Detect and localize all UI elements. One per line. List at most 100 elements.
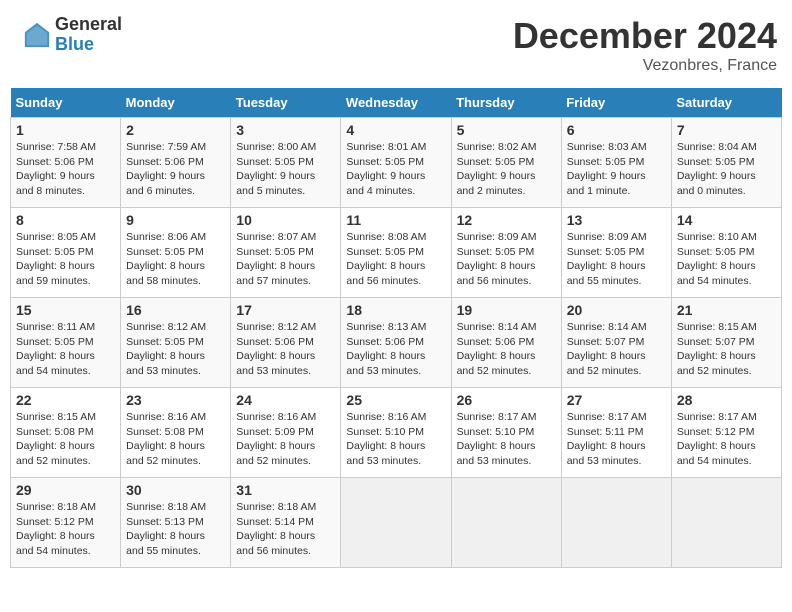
day-info: Sunrise: 8:17 AM Sunset: 5:12 PM Dayligh… — [677, 410, 776, 469]
day-info: Sunrise: 8:01 AM Sunset: 5:05 PM Dayligh… — [346, 140, 445, 199]
day-info: Sunrise: 8:18 AM Sunset: 5:14 PM Dayligh… — [236, 500, 335, 559]
day-of-week-header: Tuesday — [231, 88, 341, 118]
calendar-day-cell: 24Sunrise: 8:16 AM Sunset: 5:09 PM Dayli… — [231, 388, 341, 478]
day-info: Sunrise: 8:17 AM Sunset: 5:11 PM Dayligh… — [567, 410, 666, 469]
calendar-day-cell: 13 Sunrise: 8:09 AM Sunset: 5:05 PM Dayli… — [561, 208, 671, 298]
page-header: General Blue December 2024 Vezonbres, Fr… — [10, 10, 782, 80]
day-number: 13 — [567, 212, 666, 228]
calendar-day-cell: 17 Sunrise: 8:12 AM Sunset: 5:06 PM Dayli… — [231, 298, 341, 388]
calendar-day-cell: 20 Sunrise: 8:14 AM Sunset: 5:07 PM Dayli… — [561, 298, 671, 388]
day-number: 7 — [677, 122, 776, 138]
location: Vezonbres, France — [513, 57, 777, 75]
day-of-week-header: Saturday — [671, 88, 781, 118]
day-info: Sunrise: 8:17 AM Sunset: 5:10 PM Dayligh… — [457, 410, 556, 469]
calendar-day-cell: 14 Sunrise: 8:10 AM Sunset: 5:05 PM Dayli… — [671, 208, 781, 298]
day-info: Sunrise: 8:16 AM Sunset: 5:09 PM Dayligh… — [236, 410, 335, 469]
calendar-day-cell: 2 Sunrise: 7:59 AM Sunset: 5:06 PM Daylig… — [121, 118, 231, 208]
day-info: Sunrise: 8:09 AM Sunset: 5:05 PM Dayligh… — [567, 230, 666, 289]
day-of-week-header: Wednesday — [341, 88, 451, 118]
calendar-day-cell: 11Sunrise: 8:08 AM Sunset: 5:05 PM Dayli… — [341, 208, 451, 298]
day-of-week-header: Friday — [561, 88, 671, 118]
calendar-day-cell: 25 Sunrise: 8:16 AM Sunset: 5:10 PM Dayli… — [341, 388, 451, 478]
calendar-day-cell: 8 Sunrise: 8:05 AM Sunset: 5:05 PM Daylig… — [11, 208, 121, 298]
day-info: Sunrise: 8:16 AM Sunset: 5:10 PM Dayligh… — [346, 410, 445, 469]
day-info: Sunrise: 7:59 AM Sunset: 5:06 PM Dayligh… — [126, 140, 225, 199]
day-number: 30 — [126, 482, 225, 498]
day-info: Sunrise: 8:04 AM Sunset: 5:05 PM Dayligh… — [677, 140, 776, 199]
day-info: Sunrise: 8:14 AM Sunset: 5:07 PM Dayligh… — [567, 320, 666, 379]
calendar-day-cell: 7 Sunrise: 8:04 AM Sunset: 5:05 PM Daylig… — [671, 118, 781, 208]
day-number: 2 — [126, 122, 225, 138]
calendar-day-cell: 12 Sunrise: 8:09 AM Sunset: 5:05 PM Dayli… — [451, 208, 561, 298]
day-number: 22 — [16, 392, 115, 408]
logo-blue: Blue — [55, 35, 122, 55]
calendar-day-cell — [451, 478, 561, 568]
day-number: 31 — [236, 482, 335, 498]
day-info: Sunrise: 8:07 AM Sunset: 5:05 PM Dayligh… — [236, 230, 335, 289]
day-info: Sunrise: 8:05 AM Sunset: 5:05 PM Dayligh… — [16, 230, 115, 289]
calendar-week-row: 15Sunrise: 8:11 AM Sunset: 5:05 PM Dayli… — [11, 298, 782, 388]
day-info: Sunrise: 8:18 AM Sunset: 5:12 PM Dayligh… — [16, 500, 115, 559]
day-of-week-header: Sunday — [11, 88, 121, 118]
calendar-day-cell: 21Sunrise: 8:15 AM Sunset: 5:07 PM Dayli… — [671, 298, 781, 388]
day-number: 20 — [567, 302, 666, 318]
calendar-day-cell: 22 Sunrise: 8:15 AM Sunset: 5:08 PM Dayli… — [11, 388, 121, 478]
day-number: 21 — [677, 302, 776, 318]
day-number: 4 — [346, 122, 445, 138]
day-number: 8 — [16, 212, 115, 228]
day-info: Sunrise: 8:03 AM Sunset: 5:05 PM Dayligh… — [567, 140, 666, 199]
calendar-day-cell: 4 Sunrise: 8:01 AM Sunset: 5:05 PM Daylig… — [341, 118, 451, 208]
day-number: 16 — [126, 302, 225, 318]
day-info: Sunrise: 8:10 AM Sunset: 5:05 PM Dayligh… — [677, 230, 776, 289]
day-number: 10 — [236, 212, 335, 228]
calendar-day-cell: 5 Sunrise: 8:02 AM Sunset: 5:05 PM Daylig… — [451, 118, 561, 208]
day-number: 6 — [567, 122, 666, 138]
day-info: Sunrise: 8:15 AM Sunset: 5:08 PM Dayligh… — [16, 410, 115, 469]
day-number: 18 — [346, 302, 445, 318]
day-info: Sunrise: 8:09 AM Sunset: 5:05 PM Dayligh… — [457, 230, 556, 289]
day-number: 17 — [236, 302, 335, 318]
day-of-week-header: Monday — [121, 88, 231, 118]
day-info: Sunrise: 8:12 AM Sunset: 5:06 PM Dayligh… — [236, 320, 335, 379]
day-number: 9 — [126, 212, 225, 228]
calendar-day-cell: 16Sunrise: 8:12 AM Sunset: 5:05 PM Dayli… — [121, 298, 231, 388]
day-number: 14 — [677, 212, 776, 228]
day-number: 5 — [457, 122, 556, 138]
logo-general: General — [55, 15, 122, 35]
calendar-day-cell — [341, 478, 451, 568]
calendar-day-cell: 9 Sunrise: 8:06 AM Sunset: 5:05 PM Daylig… — [121, 208, 231, 298]
calendar-day-cell: 3Sunrise: 8:00 AM Sunset: 5:05 PM Daylig… — [231, 118, 341, 208]
calendar-day-cell: 15Sunrise: 8:11 AM Sunset: 5:05 PM Dayli… — [11, 298, 121, 388]
day-number: 12 — [457, 212, 556, 228]
day-of-week-header: Thursday — [451, 88, 561, 118]
day-info: Sunrise: 8:18 AM Sunset: 5:13 PM Dayligh… — [126, 500, 225, 559]
calendar-day-cell: 10 Sunrise: 8:07 AM Sunset: 5:05 PM Dayli… — [231, 208, 341, 298]
day-info: Sunrise: 7:58 AM Sunset: 5:06 PM Dayligh… — [16, 140, 115, 199]
day-number: 23 — [126, 392, 225, 408]
calendar-week-row: 22 Sunrise: 8:15 AM Sunset: 5:08 PM Dayli… — [11, 388, 782, 478]
calendar-week-row: 8 Sunrise: 8:05 AM Sunset: 5:05 PM Daylig… — [11, 208, 782, 298]
day-info: Sunrise: 8:13 AM Sunset: 5:06 PM Dayligh… — [346, 320, 445, 379]
day-number: 19 — [457, 302, 556, 318]
day-info: Sunrise: 8:08 AM Sunset: 5:05 PM Dayligh… — [346, 230, 445, 289]
calendar-table: SundayMondayTuesdayWednesdayThursdayFrid… — [10, 88, 782, 568]
day-info: Sunrise: 8:06 AM Sunset: 5:05 PM Dayligh… — [126, 230, 225, 289]
calendar-day-cell: 30 Sunrise: 8:18 AM Sunset: 5:13 PM Dayli… — [121, 478, 231, 568]
calendar-week-row: 29 Sunrise: 8:18 AM Sunset: 5:12 PM Dayli… — [11, 478, 782, 568]
calendar-day-cell: 1 Sunrise: 7:58 AM Sunset: 5:06 PM Daylig… — [11, 118, 121, 208]
day-info: Sunrise: 8:02 AM Sunset: 5:05 PM Dayligh… — [457, 140, 556, 199]
calendar-day-cell: 28Sunrise: 8:17 AM Sunset: 5:12 PM Dayli… — [671, 388, 781, 478]
calendar-day-cell: 19 Sunrise: 8:14 AM Sunset: 5:06 PM Dayli… — [451, 298, 561, 388]
calendar-day-cell: 23 Sunrise: 8:16 AM Sunset: 5:08 PM Dayli… — [121, 388, 231, 478]
day-info: Sunrise: 8:16 AM Sunset: 5:08 PM Dayligh… — [126, 410, 225, 469]
calendar-day-cell: 6 Sunrise: 8:03 AM Sunset: 5:05 PM Daylig… — [561, 118, 671, 208]
day-number: 1 — [16, 122, 115, 138]
day-number: 25 — [346, 392, 445, 408]
day-info: Sunrise: 8:00 AM Sunset: 5:05 PM Dayligh… — [236, 140, 335, 199]
day-number: 29 — [16, 482, 115, 498]
title-block: December 2024 Vezonbres, France — [513, 15, 777, 75]
month-title: December 2024 — [513, 15, 777, 57]
calendar-day-cell — [561, 478, 671, 568]
day-info: Sunrise: 8:14 AM Sunset: 5:06 PM Dayligh… — [457, 320, 556, 379]
day-number: 26 — [457, 392, 556, 408]
